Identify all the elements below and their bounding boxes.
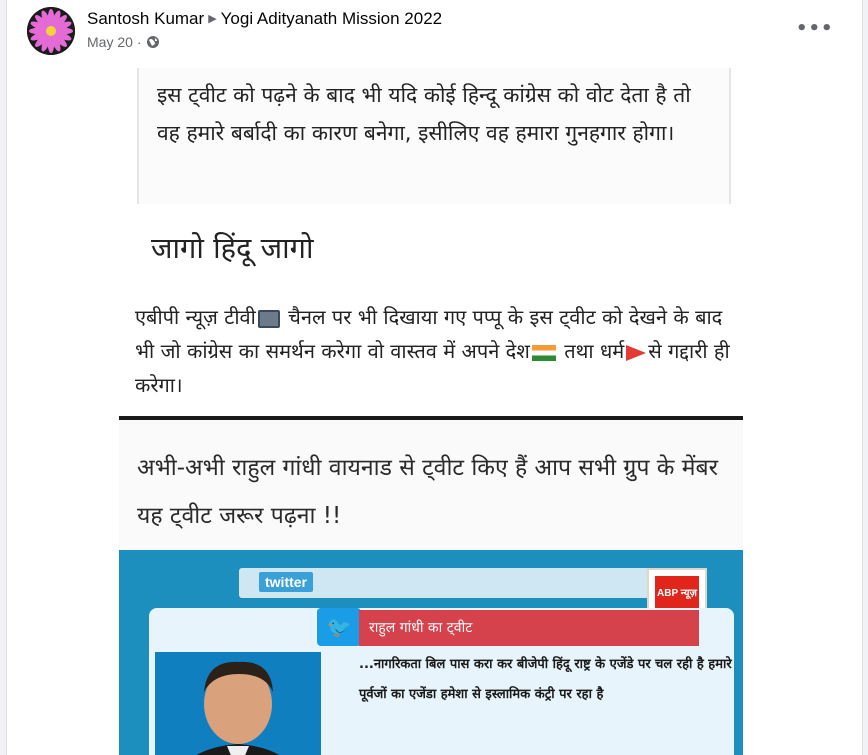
panel3-text: अभी-अभी राहुल गांधी वायनाड से ट्वीट किए … bbox=[137, 455, 718, 529]
image-panel-top: इस ट्वीट को पढ़ने के बाद भी यदि कोई हिन्… bbox=[137, 68, 731, 204]
flower-avatar-image bbox=[27, 7, 75, 55]
portrait-image bbox=[155, 652, 321, 755]
group-name[interactable]: Yogi Adityanath Mission 2022 bbox=[221, 9, 442, 28]
abp-news-text: एबीपी न्यूज़ टीवी चैनल पर भी दिखाया गए प… bbox=[135, 300, 735, 402]
more-options-button[interactable]: ••• bbox=[796, 18, 834, 39]
twitter-bird-icon: 🐦 bbox=[317, 608, 361, 646]
politician-photo bbox=[155, 652, 321, 755]
image-panel-tweet: twitter ABP न्यूज़ 🐦 राहुल गांधी का ट्वी… bbox=[119, 550, 743, 755]
india-flag-icon bbox=[531, 344, 556, 361]
more-horizontal-icon: ••• bbox=[796, 18, 834, 39]
tweet-card: 🐦 राहुल गांधी का ट्वीट ...नागरिकता बिल प… bbox=[149, 608, 734, 755]
tv-icon bbox=[257, 309, 280, 328]
separator-dot: · bbox=[136, 34, 142, 50]
post-header: Santosh Kumar ▶ Yogi Adityanath Mission 20… bbox=[7, 0, 862, 68]
image-panel-rahul: अभी-अभी राहुल गांधी वायनाड से ट्वीट किए … bbox=[119, 420, 743, 550]
arrow-right-icon: ▶ bbox=[208, 13, 217, 25]
post-image[interactable]: इस ट्वीट को पढ़ने के बाद भी यदि कोई हिन्… bbox=[7, 68, 862, 755]
author-name[interactable]: Santosh Kumar bbox=[87, 9, 204, 28]
red-pennant-icon bbox=[626, 344, 647, 361]
twitter-logo: twitter bbox=[259, 572, 313, 592]
abp-text-1: एबीपी न्यूज़ टीवी bbox=[135, 305, 256, 329]
image-panel-jago: जागो हिंदू जागो एबीपी न्यूज़ टीवी चैनल प… bbox=[119, 208, 743, 420]
tweet-header: राहुल गांधी का ट्वीट bbox=[359, 610, 699, 646]
jago-heading: जागो हिंदू जागो bbox=[151, 231, 314, 265]
abp-logo-text: ABP न्यूज़ bbox=[655, 576, 699, 612]
post-meta: May 20 · bbox=[87, 34, 160, 50]
panel1-text: इस ट्वीट को पढ़ने के बाद भी यदि कोई हिन्… bbox=[157, 83, 691, 145]
abp-text-3: तथा धर्म bbox=[557, 339, 625, 363]
avatar[interactable] bbox=[27, 7, 75, 55]
post-title: Santosh Kumar ▶ Yogi Adityanath Mission 20… bbox=[87, 9, 442, 29]
facebook-post-card: Santosh Kumar ▶ Yogi Adityanath Mission 20… bbox=[6, 0, 863, 755]
post-date[interactable]: May 20 bbox=[87, 34, 133, 50]
globe-icon[interactable] bbox=[146, 35, 160, 49]
tweet-body: ...नागरिकता बिल पास करा कर बीजेपी हिंदू … bbox=[359, 657, 732, 702]
